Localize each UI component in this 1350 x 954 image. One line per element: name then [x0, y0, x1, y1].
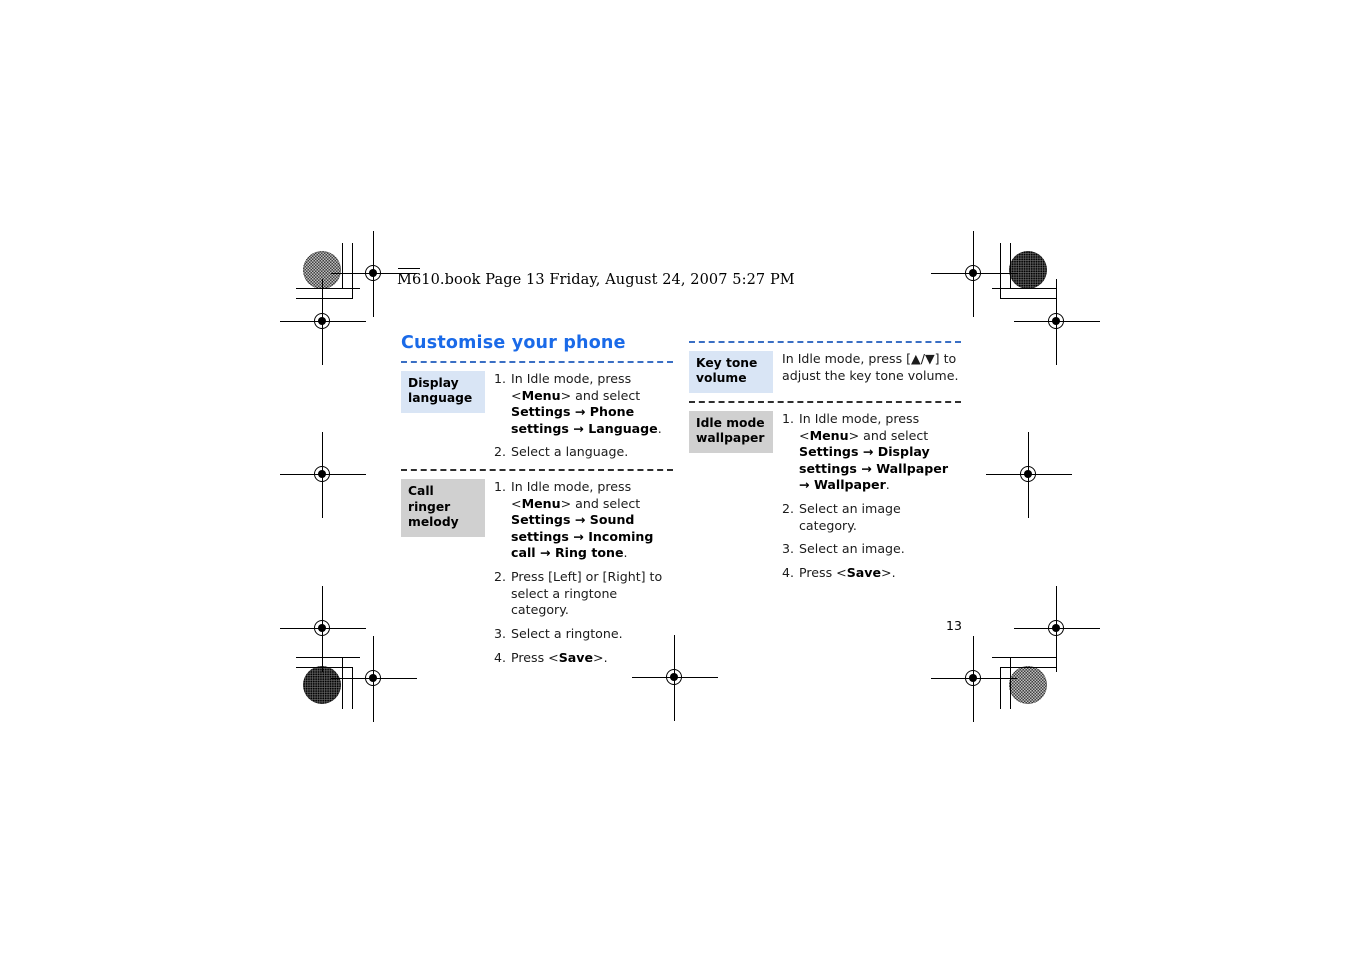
emphasised-text: Menu: [521, 387, 561, 403]
body-text: In Idle mode, press [▲/▼] to adjust the …: [782, 351, 959, 383]
emphasised-text: Ring tone: [554, 545, 624, 561]
body-text: Select a language.: [511, 444, 629, 460]
feature-entry: Display language In Idle mode, press <Men…: [401, 363, 673, 469]
emphasised-text: →: [568, 420, 589, 436]
printed-page-sheet: M610.book Page 13 Friday, August 24, 200…: [0, 0, 1350, 954]
feature-instructions: In Idle mode, press <Menu> and select Se…: [773, 411, 961, 581]
emphasised-text: Settings: [511, 512, 571, 528]
emphasised-text: →: [535, 545, 555, 561]
body-text: >.: [593, 649, 608, 665]
feature-instructions: In Idle mode, press <Menu> and select Se…: [485, 371, 673, 461]
instruction-step-list: In Idle mode, press <Menu> and select Se…: [782, 411, 961, 581]
page-content: Customise your phone Display language In …: [0, 0, 1350, 954]
feature-entry: Key tone volume In Idle mode, press [▲/▼]…: [689, 343, 961, 401]
feature-entry: Call ringer melody In Idle mode, press <M…: [401, 471, 673, 674]
body-text: Press [Left] or [Right] to select a ring…: [511, 569, 663, 618]
emphasised-text: Wallpaper: [876, 460, 949, 476]
body-text: >.: [881, 564, 896, 580]
body-text: Press <: [511, 649, 559, 665]
body-text: .: [885, 477, 890, 493]
content-column-right: Key tone volume In Idle mode, press [▲/▼]…: [689, 341, 961, 589]
emphasised-text: Save: [846, 564, 882, 580]
body-text: Select a ringtone.: [511, 625, 623, 641]
emphasised-text: Settings: [799, 444, 859, 460]
feature-label: Call ringer melody: [401, 479, 485, 537]
instruction-step-list: In Idle mode, press <Menu> and select Se…: [494, 371, 673, 461]
page-number: 13: [946, 618, 962, 633]
emphasised-text: →: [570, 404, 590, 420]
instruction-step: Select an image.: [782, 541, 961, 558]
body-text: Press <: [799, 564, 847, 580]
feature-instructions: In Idle mode, press <Menu> and select Se…: [485, 479, 673, 666]
instruction-step: In Idle mode, press <Menu> and select Se…: [782, 411, 961, 494]
instruction-paragraph: In Idle mode, press [▲/▼] to adjust the …: [782, 351, 961, 384]
content-column-left: Display language In Idle mode, press <Men…: [401, 361, 673, 674]
instruction-step: Select a language.: [494, 444, 673, 461]
instruction-step: Select an image category.: [782, 501, 961, 534]
body-text: Select an image category.: [799, 501, 901, 533]
feature-label: Display language: [401, 371, 485, 413]
emphasised-text: Wallpaper: [813, 477, 886, 493]
emphasised-text: →: [858, 444, 878, 460]
feature-label: Key tone volume: [689, 351, 773, 393]
body-text: > and select: [848, 427, 929, 443]
body-text: .: [657, 420, 662, 436]
instruction-step: In Idle mode, press <Menu> and select Se…: [494, 479, 673, 562]
emphasised-text: Settings: [511, 404, 571, 420]
instruction-step: Press <Save>.: [782, 565, 961, 582]
body-text: > and select: [560, 495, 641, 511]
emphasised-text: Menu: [809, 427, 849, 443]
feature-instructions: In Idle mode, press [▲/▼] to adjust the …: [773, 351, 961, 384]
body-text: .: [623, 545, 628, 561]
feature-entry: Idle mode wallpaper In Idle mode, press <…: [689, 403, 961, 589]
body-text: Select an image.: [799, 541, 905, 557]
page-title: Customise your phone: [401, 333, 626, 353]
instruction-step: Press [Left] or [Right] to select a ring…: [494, 569, 673, 619]
emphasised-text: Save: [558, 649, 594, 665]
feature-label: Idle mode wallpaper: [689, 410, 773, 453]
body-text: > and select: [560, 387, 641, 403]
instruction-step: In Idle mode, press <Menu> and select Se…: [494, 371, 673, 437]
instruction-step: Press <Save>.: [494, 650, 673, 667]
emphasised-text: →: [568, 528, 589, 544]
emphasised-text: Menu: [521, 495, 561, 511]
emphasised-text: →: [856, 460, 877, 476]
instruction-step: Select a ringtone.: [494, 626, 673, 643]
emphasised-text: Language: [588, 420, 658, 436]
emphasised-text: →: [570, 512, 590, 528]
emphasised-text: →: [799, 477, 814, 493]
instruction-step-list: In Idle mode, press <Menu> and select Se…: [494, 479, 673, 666]
